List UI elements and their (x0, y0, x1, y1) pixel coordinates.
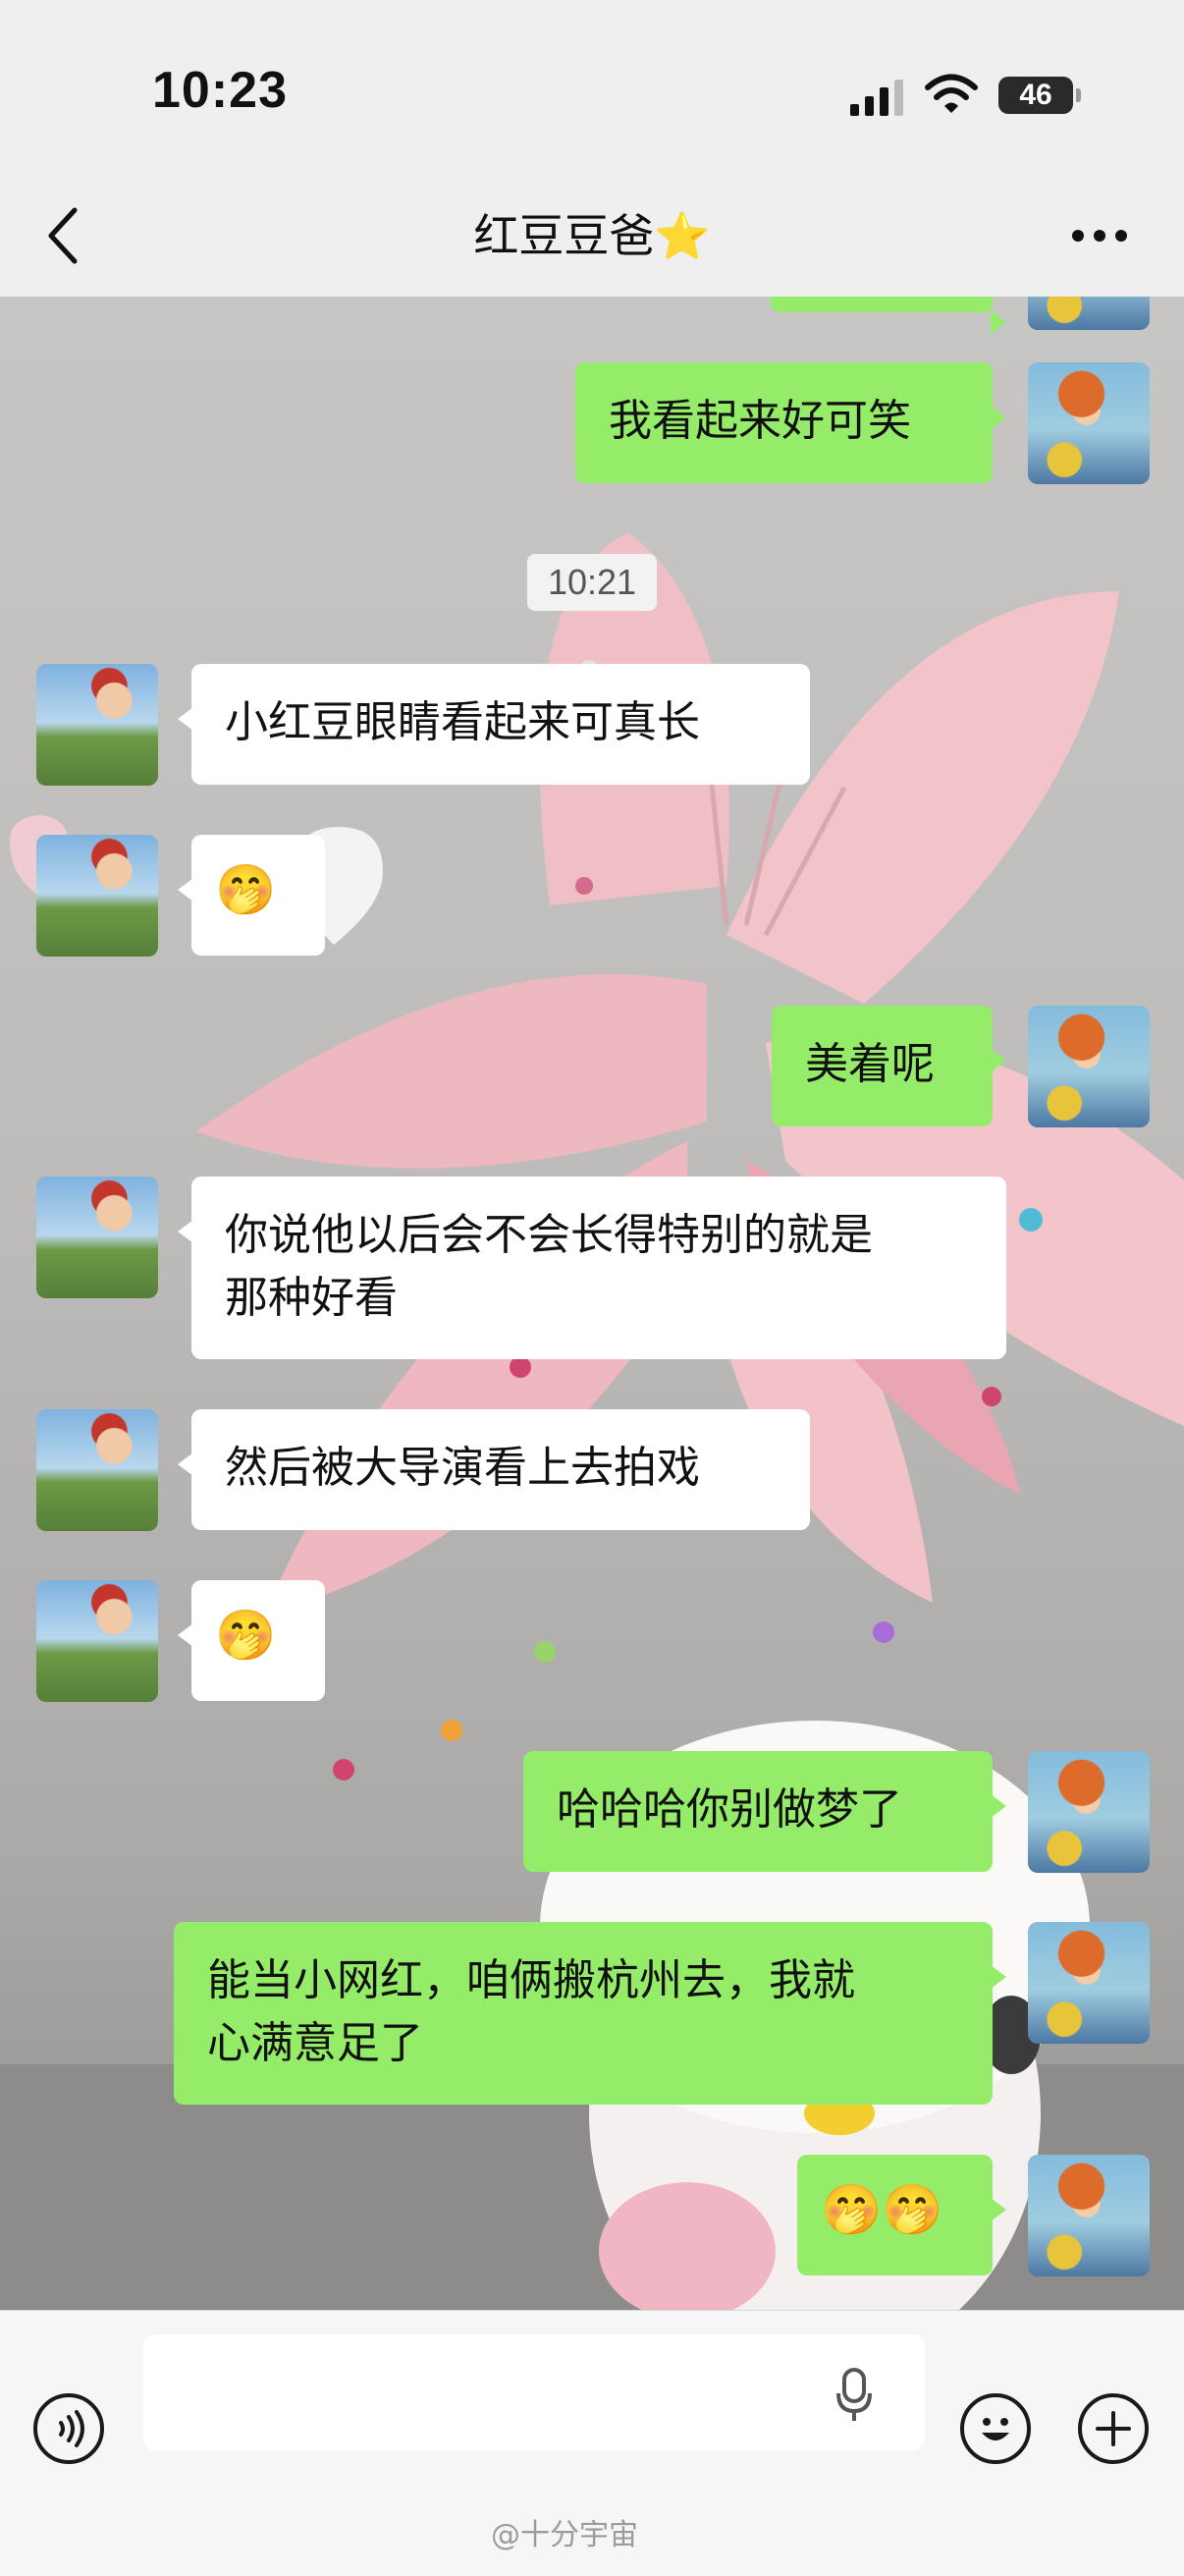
avatar-contact[interactable] (36, 1177, 158, 1298)
avatar-self[interactable] (1028, 362, 1150, 484)
outgoing-message-bubble[interactable]: 我看起来好可笑 (575, 362, 1006, 483)
smiley-face-icon (982, 2418, 1009, 2440)
avatar-self[interactable] (1028, 2155, 1150, 2276)
avatar-contact[interactable] (36, 835, 158, 957)
incoming-emoji-bubble[interactable]: 🤭 (178, 1580, 325, 1701)
outgoing-message-bubble-partial[interactable] (771, 297, 1006, 334)
avatar-self[interactable] (1028, 1751, 1150, 1873)
outgoing-message-bubble[interactable]: 能当小网红，咱俩搬杭州去，我就 心满意足了 (174, 1922, 1006, 2105)
incoming-message-bubble[interactable]: 然后被大导演看上去拍戏 (178, 1409, 810, 1530)
battery-icon: 46 (998, 77, 1081, 114)
avatar-self[interactable] (1028, 1922, 1150, 2044)
incoming-message-bubble[interactable]: 小红豆眼睛看起来可真长 (178, 664, 810, 785)
message-input[interactable] (143, 2334, 925, 2450)
outgoing-message-bubble[interactable]: 哈哈哈你别做梦了 (523, 1751, 1006, 1872)
avatar-contact[interactable] (36, 1580, 158, 1702)
status-time: 10:23 (152, 62, 288, 119)
chat-timestamp: 10:21 (527, 554, 657, 611)
cellular-signal-icon (850, 80, 903, 116)
avatar-self[interactable] (1028, 1006, 1150, 1127)
chat-header: 红豆豆爸⭐ (0, 177, 1184, 297)
outgoing-message-bubble[interactable]: 美着呢 (772, 1006, 1006, 1126)
voice-mode-button[interactable] (33, 2393, 104, 2464)
more-actions-button[interactable] (1078, 2393, 1149, 2464)
outgoing-emoji-bubble[interactable]: 🤭🤭 (797, 2155, 1006, 2275)
watermark-text: @十分宇宙 (491, 2518, 638, 2552)
voice-wave-icon (59, 2410, 84, 2447)
status-bar: 10:23 46 (0, 0, 1184, 177)
incoming-message-bubble[interactable]: 你说他以后会不会长得特别的就是 那种好看 (178, 1177, 1006, 1359)
avatar-contact[interactable] (36, 1409, 158, 1531)
wifi-icon (925, 74, 978, 113)
avatar-self[interactable] (1028, 297, 1150, 330)
more-options-icon[interactable] (1070, 228, 1129, 244)
chat-title: 红豆豆爸⭐ (473, 209, 711, 262)
emoji-button[interactable] (960, 2393, 1031, 2464)
chat-area[interactable]: 我看起来好可笑 10:21 小红豆眼睛看起来可真长 🤭 美着呢 你说他以后会不会… (0, 297, 1184, 2310)
avatar-contact[interactable] (36, 664, 158, 786)
microphone-icon[interactable] (834, 2368, 874, 2423)
incoming-emoji-bubble[interactable]: 🤭 (178, 835, 325, 956)
plus-icon (1096, 2411, 1131, 2446)
